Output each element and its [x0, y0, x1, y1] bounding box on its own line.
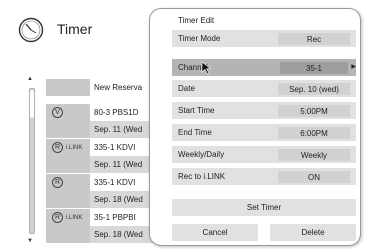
weekly-daily-label: Weekly/Daily	[178, 150, 225, 159]
view-badge-icon: V	[52, 107, 63, 118]
triangle-up-icon[interactable]: ▲	[27, 76, 33, 82]
cancel-button[interactable]: Cancel	[172, 224, 258, 241]
weekly-daily-field[interactable]: Weekly/Daily Weekly	[172, 146, 356, 163]
app-title: Timer	[57, 21, 93, 37]
timer-mode-value: Rec	[278, 33, 350, 45]
pointer-arrow-icon	[201, 61, 212, 75]
timer-edit-dialog: Timer Edit Timer Mode Rec Channel ◀ 35-1…	[149, 8, 361, 246]
start-time-field[interactable]: Start Time 5:00PM	[172, 102, 356, 119]
rec-to-ilink-value: ON	[278, 171, 350, 183]
set-timer-button[interactable]: Set Timer	[172, 199, 356, 216]
end-time-field[interactable]: End Time 6:00PM	[172, 124, 356, 141]
triangle-down-icon[interactable]: ▼	[27, 238, 33, 244]
list-item[interactable]: Sep. 18 (Wed	[46, 191, 166, 208]
new-reservation-row[interactable]: New Reserva	[46, 79, 166, 96]
timer-mode-field[interactable]: Timer Mode Rec	[172, 30, 356, 47]
scrollbar-thumb[interactable]	[30, 90, 34, 118]
triangle-right-icon[interactable]: ▶	[351, 63, 356, 70]
ilink-label: i.LINK	[66, 214, 83, 221]
date-field[interactable]: Date Sep. 10 (wed)	[172, 80, 356, 97]
list-item[interactable]: R 335-1 KDVI	[46, 174, 166, 191]
start-time-label: Start Time	[178, 106, 215, 115]
list-item[interactable]: Sep. 11 (Wed	[46, 121, 166, 138]
list-item[interactable]: Ri.LINK 335-1 KDVI	[46, 139, 166, 156]
dialog-title: Timer Edit	[178, 16, 215, 25]
channel-value: 35-1	[280, 62, 348, 74]
list-item[interactable]: Sep. 11 (Wed	[46, 156, 166, 173]
list-item[interactable]: Sep. 18 (Wed	[46, 226, 166, 243]
ilink-label: i.LINK	[66, 144, 83, 151]
timer-mode-label: Timer Mode	[178, 34, 221, 43]
rec-to-ilink-field[interactable]: Rec to i.LINK ON	[172, 168, 356, 185]
end-time-value: 6:00PM	[278, 127, 350, 139]
date-label: Date	[178, 84, 195, 93]
clock-icon	[18, 17, 44, 43]
channel-field[interactable]: Channel ◀ 35-1 ▶	[172, 59, 356, 76]
delete-button[interactable]: Delete	[270, 224, 356, 241]
date-value: Sep. 10 (wed)	[278, 83, 350, 95]
end-time-label: End Time	[178, 128, 212, 137]
start-time-value: 5:00PM	[278, 105, 350, 117]
record-badge-icon: R	[52, 142, 63, 153]
record-badge-icon: R	[52, 177, 63, 188]
list-item[interactable]: Ri.LINK 35-1 PBPBI	[46, 209, 166, 226]
channel-label: Channel	[178, 63, 208, 72]
rec-to-ilink-label: Rec to i.LINK	[178, 172, 226, 181]
weekly-daily-value: Weekly	[278, 149, 350, 161]
record-badge-icon: R	[52, 212, 63, 223]
list-item[interactable]: V 80-3 PBS1D	[46, 104, 166, 121]
